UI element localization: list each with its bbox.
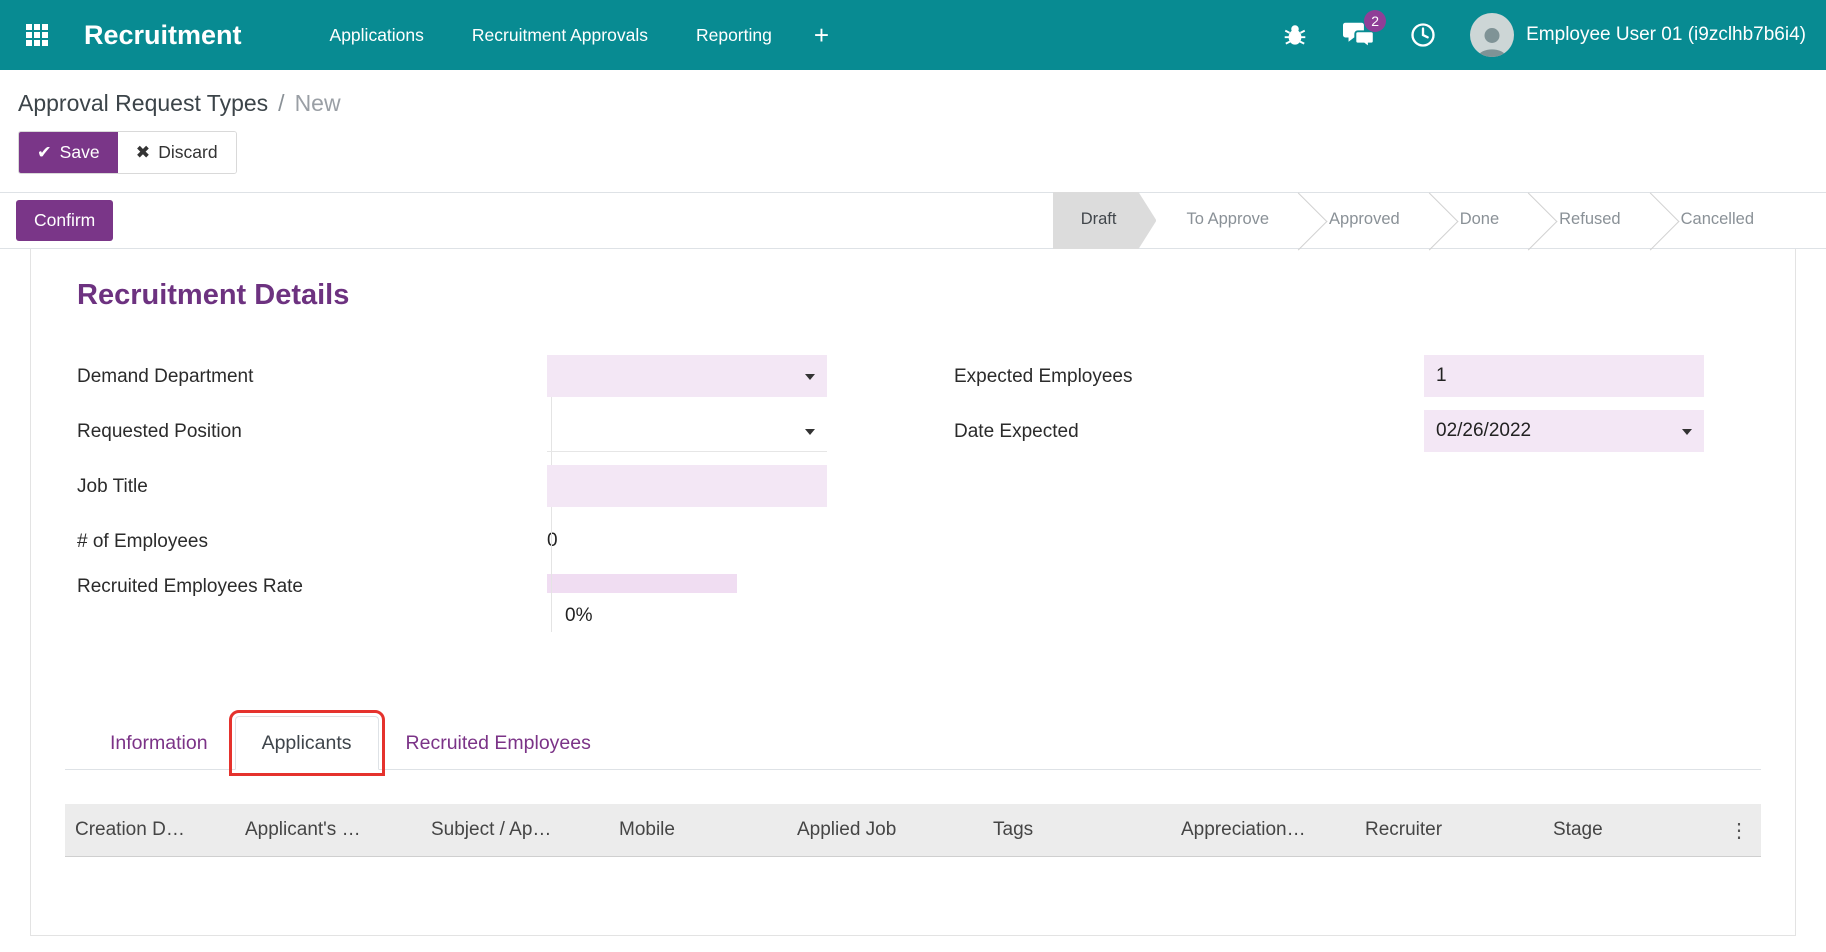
- user-menu[interactable]: Employee User 01 (i9zclhb7b6i4): [1470, 13, 1806, 57]
- recruited-rate-percent: 0%: [565, 605, 737, 627]
- demand-department-label: Demand Department: [77, 364, 547, 388]
- messages-icon[interactable]: 2: [1342, 18, 1376, 52]
- date-expected-value: 02/26/2022: [1436, 420, 1531, 442]
- breadcrumb-current: New: [295, 90, 341, 117]
- date-expected-field[interactable]: 02/26/2022: [1424, 410, 1704, 452]
- recruited-rate-wrap: 0%: [547, 574, 737, 627]
- col-stage[interactable]: Stage: [1543, 804, 1721, 856]
- chevron-down-icon: [805, 374, 815, 380]
- col-recruiter[interactable]: Recruiter: [1355, 804, 1543, 856]
- requested-position-label: Requested Position: [77, 419, 547, 443]
- message-count-badge: 2: [1364, 10, 1386, 32]
- recruited-rate-label: Recruited Employees Rate: [77, 574, 547, 598]
- col-appreciation[interactable]: Appreciation…: [1171, 804, 1355, 856]
- activity-clock-icon[interactable]: [1406, 18, 1440, 52]
- col-applicants-name[interactable]: Applicant's …: [235, 804, 421, 856]
- breadcrumb-parent-link[interactable]: Approval Request Types: [18, 90, 268, 117]
- job-title-field[interactable]: [547, 465, 827, 507]
- apps-grid-icon[interactable]: [26, 24, 48, 46]
- page-title: Recruitment Details: [77, 279, 1761, 312]
- col-tags[interactable]: Tags: [983, 804, 1171, 856]
- tab-information[interactable]: Information: [83, 716, 235, 770]
- applicants-table-body: [65, 857, 1761, 903]
- recruited-rate-progressbar: [547, 574, 737, 593]
- status-step-draft[interactable]: Draft: [1053, 192, 1157, 249]
- tab-applicants[interactable]: Applicants: [235, 716, 379, 770]
- confirm-button[interactable]: Confirm: [16, 200, 113, 241]
- job-title-input[interactable]: [559, 465, 797, 507]
- top-navbar: Recruitment Applications Recruitment App…: [0, 0, 1826, 70]
- form-actions: ✔ Save ✖ Discard: [0, 121, 1826, 192]
- status-steps: Draft To Approve Approved Done Refused C…: [1053, 192, 1784, 249]
- status-step-cancelled[interactable]: Cancelled: [1651, 192, 1784, 249]
- status-step-to-approve[interactable]: To Approve: [1156, 192, 1299, 249]
- bug-icon[interactable]: [1278, 18, 1312, 52]
- demand-department-select[interactable]: [547, 355, 827, 397]
- expected-employees-label: Expected Employees: [954, 364, 1424, 388]
- status-step-refused[interactable]: Refused: [1529, 192, 1650, 249]
- applicants-table-header: Creation D… Applicant's … Subject / Ap… …: [65, 804, 1761, 857]
- menu-reporting[interactable]: Reporting: [696, 25, 772, 46]
- expected-employees-field[interactable]: [1424, 355, 1704, 397]
- chevron-down-icon: [805, 429, 815, 435]
- expected-employees-input[interactable]: [1436, 355, 1674, 397]
- app-title[interactable]: Recruitment: [84, 20, 242, 51]
- col-subject-application[interactable]: Subject / Ap…: [421, 804, 609, 856]
- date-expected-label: Date Expected: [954, 419, 1424, 443]
- optional-columns-icon[interactable]: ⋮: [1721, 804, 1761, 856]
- menu-applications[interactable]: Applications: [330, 25, 424, 46]
- breadcrumb-separator: /: [278, 90, 284, 117]
- form-column-left: Demand Department Requested Position Job…: [77, 354, 884, 638]
- job-title-label: Job Title: [77, 474, 547, 498]
- form-grid: Demand Department Requested Position Job…: [77, 354, 1761, 638]
- statusbar: Confirm Draft To Approve Approved Done R…: [0, 192, 1826, 249]
- save-button[interactable]: ✔ Save: [19, 132, 118, 173]
- avatar: [1470, 13, 1514, 57]
- main-menu: Applications Recruitment Approvals Repor…: [330, 25, 772, 46]
- check-icon: ✔: [37, 142, 52, 163]
- notebook-tabs: Information Applicants Recruited Employe…: [65, 716, 1761, 770]
- plus-icon[interactable]: +: [814, 20, 829, 51]
- user-name: Employee User 01 (i9zclhb7b6i4): [1526, 24, 1806, 46]
- navbar-right: 2 Employee User 01 (i9zclhb7b6i4): [1278, 13, 1806, 57]
- num-employees-value: 0: [547, 530, 558, 552]
- breadcrumb: Approval Request Types / New: [0, 70, 1826, 121]
- requested-position-select[interactable]: [547, 410, 827, 452]
- num-employees-label: # of Employees: [77, 529, 547, 553]
- save-button-label: Save: [60, 142, 100, 163]
- col-applied-job[interactable]: Applied Job: [787, 804, 983, 856]
- status-step-approved[interactable]: Approved: [1299, 192, 1430, 249]
- discard-button[interactable]: ✖ Discard: [118, 132, 236, 173]
- close-icon: ✖: [136, 142, 151, 163]
- status-step-done[interactable]: Done: [1430, 192, 1529, 249]
- form-sheet: Recruitment Details Demand Department Re…: [30, 249, 1796, 936]
- form-column-right: Expected Employees Date Expected 02/26/2…: [954, 354, 1761, 638]
- tab-recruited-employees[interactable]: Recruited Employees: [379, 716, 618, 770]
- chevron-down-icon: [1682, 429, 1692, 435]
- col-creation-date[interactable]: Creation D…: [65, 804, 235, 856]
- discard-button-label: Discard: [158, 142, 217, 163]
- col-mobile[interactable]: Mobile: [609, 804, 787, 856]
- menu-recruitment-approvals[interactable]: Recruitment Approvals: [472, 25, 648, 46]
